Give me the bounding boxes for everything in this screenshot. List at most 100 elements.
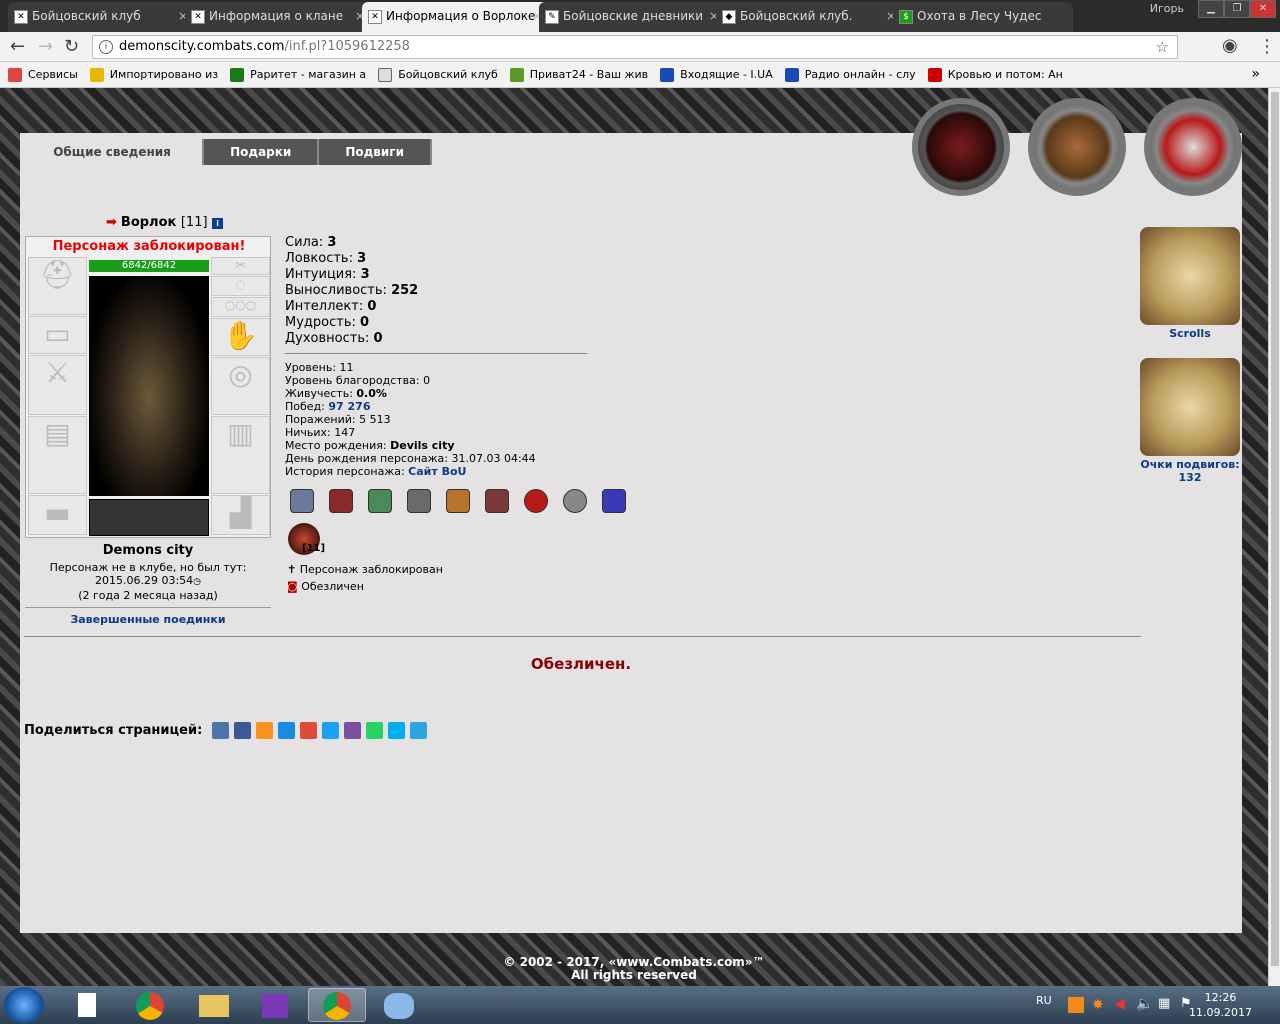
vk-share-icon[interactable] (212, 722, 230, 739)
bookmark-item[interactable]: Радио онлайн - слу (784, 67, 916, 82)
back-icon[interactable]: ← (10, 37, 25, 57)
close-icon[interactable]: ✕ (1250, 0, 1276, 18)
scrollbar-thumb[interactable] (1271, 92, 1279, 966)
telegram-share-icon[interactable] (410, 722, 428, 739)
tab-feats[interactable]: Подвиги (319, 139, 430, 165)
chrome-active-taskbar-icon[interactable] (308, 988, 366, 1022)
bookmark-item[interactable]: Импортировано из (89, 67, 218, 82)
amulet-slot-icon[interactable]: ◌ (211, 276, 270, 296)
armor-slot-icon[interactable]: ▤ (28, 416, 87, 494)
moimir-share-icon[interactable] (278, 722, 296, 739)
history-link[interactable]: Сайт BoU (408, 465, 466, 478)
blocked-banner: Персонаж заблокирован! (52, 239, 246, 254)
mute-tray-icon[interactable]: ◀ (1114, 996, 1125, 1012)
twitter-share-icon[interactable] (322, 722, 340, 739)
chrome-taskbar-icon[interactable] (122, 988, 180, 1022)
explorer-taskbar-icon[interactable] (185, 988, 243, 1022)
badge-icon[interactable] (485, 489, 509, 513)
bookmark-item[interactable]: Приват24 - Ваш жив (509, 67, 648, 82)
badge-icon[interactable] (407, 489, 431, 513)
odnoklassniki-share-icon[interactable] (256, 722, 274, 739)
boots-slot-icon[interactable]: ▟ (211, 495, 270, 535)
content-panel: Общие сведения Подарки Подвиги ➡ Ворлок [… (20, 133, 1242, 933)
stat-row: Выносливость: 252 (285, 283, 419, 298)
paint-taskbar-icon[interactable] (370, 988, 428, 1022)
feats-book-icon (1140, 358, 1240, 456)
combats-favicon-icon: ✕ (14, 10, 28, 24)
whatsapp-share-icon[interactable] (366, 722, 384, 739)
divider (285, 353, 587, 354)
browser-tab-active[interactable]: ✕ Информация о Ворлоке × (362, 2, 550, 32)
badge-icon[interactable] (329, 489, 353, 513)
earrings-slot-icon[interactable]: ✂ (211, 257, 270, 275)
maximize-icon[interactable]: ❐ (1224, 0, 1250, 18)
shield-slot-icon[interactable]: ◎ (211, 357, 270, 415)
pants-slot-icon[interactable]: ▥ (211, 416, 270, 494)
browser-tab[interactable]: ✎ Бойцовские дневники × (539, 2, 727, 32)
bookmarks-bar: Сервисы Импортировано из Раритет - магаз… (0, 62, 1280, 88)
skull-medallion-icon[interactable] (912, 98, 1010, 196)
bookmark-item[interactable]: Бойцовский клуб (378, 67, 498, 82)
reload-icon[interactable]: ↻ (64, 37, 79, 57)
app-tray-icon[interactable] (1068, 997, 1084, 1013)
site-info-icon[interactable]: i (99, 40, 113, 54)
feats-points[interactable]: Очки подвигов: 132 (1138, 358, 1242, 484)
minimize-icon[interactable]: ▁ (1198, 0, 1224, 18)
bookmark-star-icon[interactable]: ☆ (1156, 36, 1169, 58)
taskbar: RU ✸ ◀ 🔈 ▦ ⚑ 12:26 11.09.2017 (0, 986, 1280, 1024)
more-bookmarks-icon[interactable]: » (1251, 66, 1260, 82)
browser-tab[interactable]: ✕ Информация о клане × (185, 2, 373, 32)
profile-name[interactable]: Игорь (1150, 2, 1184, 15)
bookmark-item[interactable]: Сервисы (8, 67, 78, 82)
scrolls-link[interactable]: Scrolls (1138, 227, 1242, 340)
viber-share-icon[interactable] (344, 722, 362, 739)
character-doll: Персонаж заблокирован! ⛑ ▭ ⚔ ▤ ▬ 6842/68… (25, 236, 271, 538)
weapon-slot-icon[interactable]: ⚔ (28, 355, 87, 415)
last-seen: Персонаж не в клубе, но был тут: 2015.06… (49, 561, 247, 602)
clock[interactable]: 12:26 11.09.2017 (1189, 990, 1252, 1020)
finished-duels-link[interactable]: Завершенные поединки (25, 613, 271, 626)
forward-icon[interactable]: → (38, 37, 53, 57)
facebook-share-icon[interactable] (234, 722, 252, 739)
bracers-slot-icon[interactable]: ▭ (28, 316, 87, 354)
gloves-slot-icon[interactable]: ✋ (211, 318, 270, 356)
skype-share-icon[interactable] (388, 722, 406, 739)
tab-general[interactable]: Общие сведения (22, 139, 203, 165)
notepad-taskbar-icon[interactable] (60, 988, 114, 1022)
rings-slot-icon[interactable]: ○○○ (211, 297, 270, 317)
combats-favicon-icon (378, 67, 393, 82)
badge-icon[interactable] (446, 489, 470, 513)
avast-tray-icon[interactable]: ✸ (1092, 997, 1104, 1013)
browser-tab[interactable]: $ Охота в Лесу Чудес (893, 2, 1073, 32)
url-input[interactable]: i demonscity.combats.com/inf.pl?10596122… (92, 35, 1178, 59)
visualstudio-taskbar-icon[interactable] (246, 988, 304, 1022)
badge-icon[interactable] (290, 489, 314, 513)
address-bar: ← → ↻ i demonscity.combats.com/inf.pl?10… (0, 32, 1280, 62)
googleplus-share-icon[interactable] (300, 722, 318, 739)
badge-icon[interactable] (563, 489, 587, 513)
belt-slot-icon[interactable]: ▬ (28, 495, 87, 535)
stat-row: Интуиция: 3 (285, 267, 370, 282)
language-indicator[interactable]: RU (1036, 994, 1066, 1007)
nut-medallion-icon[interactable] (1028, 98, 1126, 196)
volume-icon[interactable]: 🔈 (1136, 996, 1153, 1012)
divider (25, 607, 271, 608)
extension-globe-icon[interactable]: ◉ (1222, 36, 1238, 56)
info-icon[interactable]: i (212, 218, 224, 229)
helmet-slot-icon[interactable]: ⛑ (28, 257, 87, 315)
bookmark-item[interactable]: Раритет - магазин а (230, 67, 366, 82)
bookmark-item[interactable]: Входящие - I.UA (660, 67, 773, 82)
browser-tab[interactable]: ◆ Бойцовский клуб. × (716, 2, 904, 32)
badge-icon[interactable] (602, 489, 626, 513)
bookmark-item[interactable]: Кровью и потом: Ан (927, 67, 1063, 82)
menu-icon[interactable]: ⋮ (1258, 37, 1276, 57)
fist-medallion-icon[interactable] (1144, 98, 1242, 196)
hp-bar: 6842/6842 (89, 260, 209, 272)
tab-gifts[interactable]: Подарки (204, 139, 318, 165)
badge-icon[interactable] (368, 489, 392, 513)
network-icon[interactable]: ▦ (1158, 996, 1170, 1011)
start-button-icon[interactable] (4, 987, 44, 1023)
browser-tab[interactable]: ✕ Бойцовский клуб × (8, 2, 196, 32)
badge-icon[interactable] (524, 489, 548, 513)
scrollbar[interactable] (1268, 88, 1280, 986)
